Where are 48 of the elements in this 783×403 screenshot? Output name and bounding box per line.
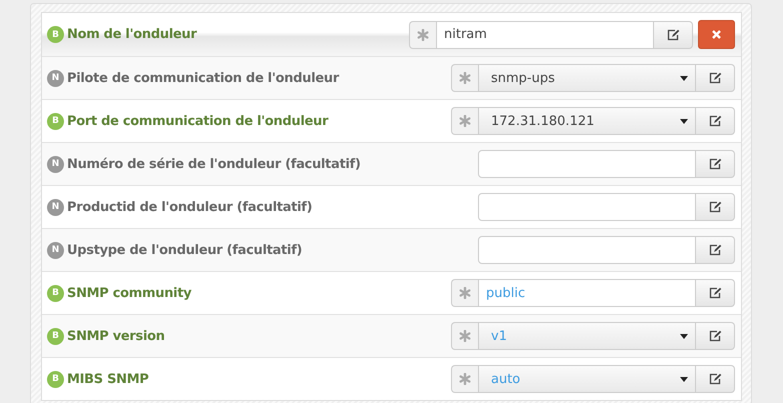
edit-button[interactable]	[696, 107, 735, 135]
edit-button[interactable]	[696, 279, 735, 307]
level-badge: B	[47, 26, 64, 43]
edit-icon	[666, 28, 680, 40]
edit-button[interactable]	[696, 322, 735, 350]
level-badge: N	[47, 198, 64, 216]
caret-icon	[680, 118, 688, 124]
level-badge: N	[47, 70, 64, 86]
edit-icon	[708, 330, 722, 342]
caret-icon	[680, 334, 688, 338]
edit-button[interactable]	[696, 365, 735, 393]
edit-button[interactable]	[696, 193, 735, 221]
level-badge: B	[47, 284, 64, 302]
edit-icon	[708, 373, 722, 385]
field-label: Nom de l'onduleur	[67, 27, 197, 42]
caret-icon	[680, 76, 688, 80]
field-label: Numéro de série de l'onduleur (facultatif)	[67, 156, 361, 172]
field-label: Port de communication de l'onduleur	[67, 114, 328, 128]
edit-button[interactable]	[696, 64, 735, 92]
field-label: Productid de l'onduleur (facultatif)	[67, 200, 312, 214]
text-field[interactable]	[478, 150, 696, 178]
delete-button[interactable]	[698, 20, 735, 49]
field-label: SNMP version	[67, 328, 165, 344]
edit-icon	[708, 158, 722, 170]
text-field[interactable]	[478, 236, 696, 264]
level-badge: B	[47, 112, 64, 130]
text-field[interactable]	[478, 193, 696, 221]
edit-button[interactable]	[696, 236, 735, 264]
field-label: Upstype de l'onduleur (facultatif)	[67, 242, 302, 258]
dropdown[interactable]: snmp-ups	[478, 64, 696, 92]
edit-button[interactable]	[654, 20, 693, 48]
text-field[interactable]: nitram	[436, 20, 654, 48]
field-label: MIBS SNMP	[67, 372, 149, 386]
edit-icon	[708, 72, 722, 84]
edit-icon	[708, 201, 722, 213]
field-label: Pilote de communication de l'onduleur	[67, 70, 339, 86]
level-badge: B	[47, 328, 64, 344]
close-icon	[712, 30, 721, 39]
level-badge: N	[47, 242, 64, 258]
field-label: SNMP community	[67, 286, 192, 300]
dropdown[interactable]: 172.31.180.121	[478, 107, 696, 135]
edit-icon	[708, 244, 722, 256]
level-badge: B	[47, 370, 64, 388]
level-badge: N	[47, 156, 64, 172]
edit-icon	[708, 287, 722, 299]
edit-button[interactable]	[696, 150, 735, 178]
edit-icon	[708, 115, 722, 127]
caret-icon	[680, 376, 688, 382]
